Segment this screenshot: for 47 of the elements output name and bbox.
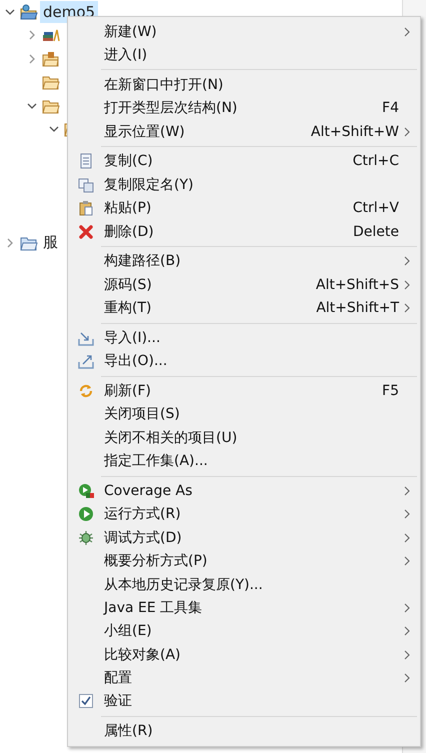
package-folder-icon	[42, 50, 60, 67]
coverage-icon	[78, 482, 94, 499]
checkbox[interactable]	[78, 693, 94, 710]
menu-item[interactable]: 调试方式(D)	[68, 526, 420, 550]
delete-icon	[78, 224, 94, 240]
menu-item[interactable]: 进入(I)	[68, 43, 420, 67]
menu-item[interactable]: 比较对象(A)	[68, 643, 420, 666]
menu-item[interactable]: 小组(E)	[68, 620, 420, 644]
export-icon	[78, 353, 94, 370]
document-icon	[78, 153, 94, 170]
menu-item[interactable]: 运行方式(R)	[68, 502, 420, 526]
menu-item[interactable]: 源码(S) Alt+Shift+S	[68, 273, 420, 296]
tree-item-label[interactable]: 服	[40, 231, 61, 254]
menu-item[interactable]: 复制限定名(Y)	[68, 173, 420, 196]
menu-item[interactable]: 关闭项目(S)	[68, 402, 420, 426]
folder-icon	[42, 74, 60, 90]
menu-item[interactable]: 新建(W)	[68, 20, 420, 44]
import-icon	[78, 330, 94, 346]
refresh-icon	[78, 383, 94, 400]
menu-item[interactable]: Coverage As	[68, 479, 420, 503]
menu-item[interactable]: 打开类型层次结构(N) F4	[68, 96, 420, 120]
books-icon	[42, 27, 60, 44]
menu-item[interactable]: 属性(R)	[68, 720, 420, 743]
menu-item[interactable]: 导入(I)...	[68, 326, 420, 350]
menu-item[interactable]: 导出(O)...	[68, 350, 420, 373]
menu-item[interactable]: 概要分析方式(P)	[68, 549, 420, 573]
menu-item[interactable]: 关闭不相关的项目(U)	[68, 426, 420, 450]
menu-item[interactable]: 复制(C) Ctrl+C	[68, 150, 420, 174]
menu-item[interactable]: 构建路径(B)	[68, 250, 420, 274]
menu-item[interactable]: Java EE 工具集	[68, 596, 420, 620]
menu-item[interactable]: 粘贴(P) Ctrl+V	[68, 196, 420, 220]
menu-item[interactable]: 刷新(F) F5	[68, 379, 420, 403]
folder-icon	[42, 98, 60, 114]
documents-icon	[78, 176, 94, 193]
menu-item[interactable]: 显示位置(W) Alt+Shift+W	[68, 120, 420, 144]
menu-item[interactable]: 从本地历史记录复原(Y)...	[68, 572, 420, 596]
clipboard-icon	[78, 200, 94, 216]
menu-item[interactable]: 重构(T) Alt+Shift+T	[68, 296, 420, 320]
menu-item[interactable]: 删除(D) Delete	[68, 220, 420, 244]
menu-item[interactable]: 在新窗口中打开(N)	[68, 73, 420, 97]
menu-item[interactable]: 指定工作集(A)...	[68, 450, 420, 473]
folder-icon	[20, 234, 38, 251]
run-icon	[78, 506, 94, 522]
menu-item[interactable]: 配置	[68, 666, 420, 690]
menu-item[interactable]: 验证	[68, 690, 420, 714]
bug-icon	[78, 530, 94, 546]
project-folder-icon	[20, 4, 38, 20]
